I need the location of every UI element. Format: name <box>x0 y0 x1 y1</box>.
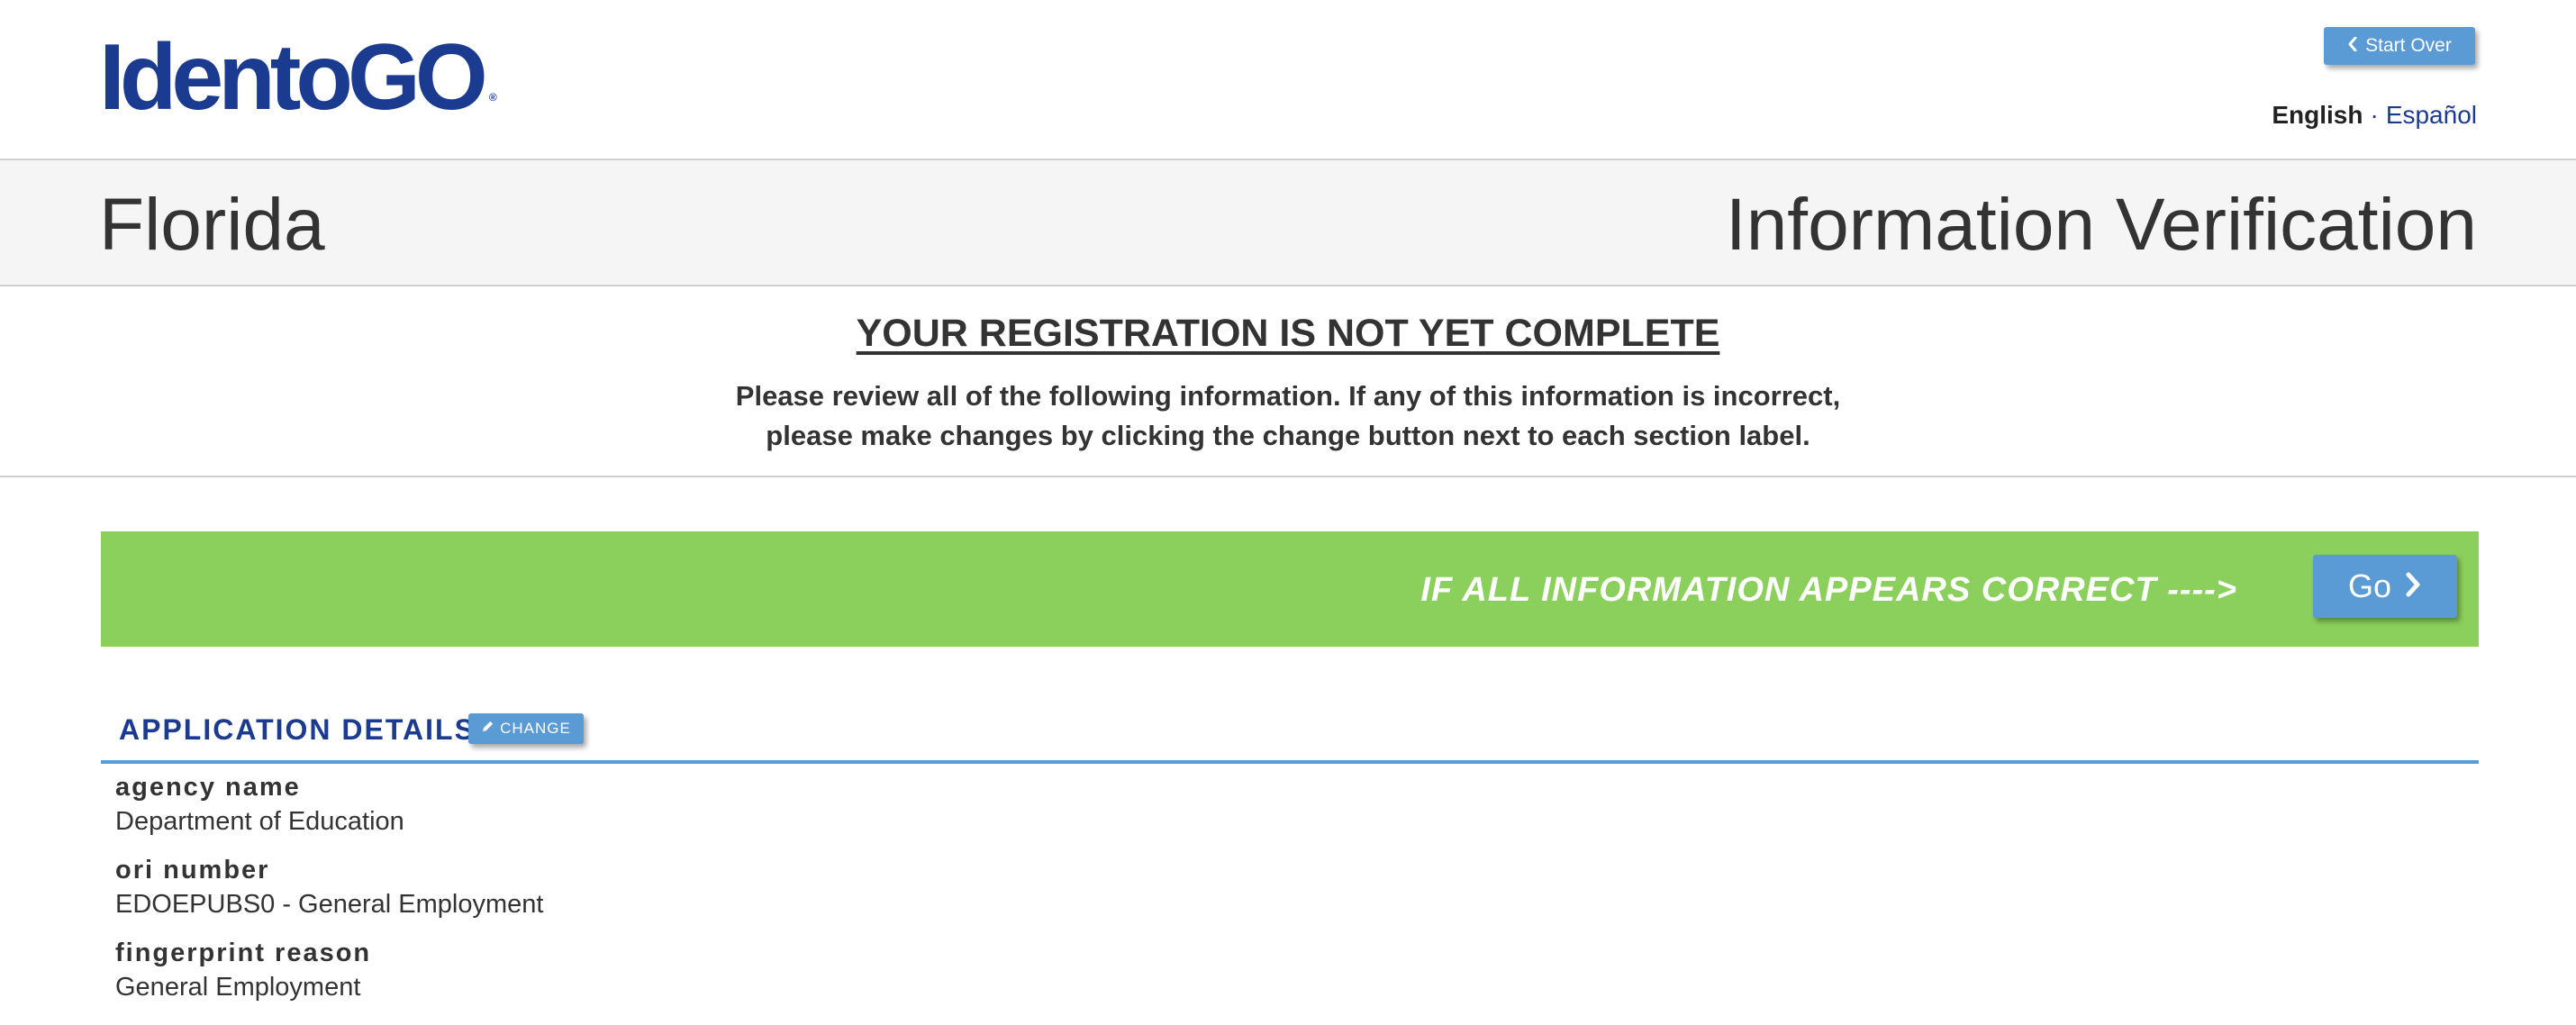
go-label: Go <box>2347 567 2392 604</box>
notice-instructions: Please review all of the following infor… <box>0 376 2576 456</box>
identogo-logo[interactable]: IdentoGO ® <box>99 23 497 132</box>
field-label: agency name <box>115 773 301 802</box>
go-button[interactable]: Go <box>2313 555 2457 618</box>
field-value: Department of Education <box>115 807 404 836</box>
application-details-fields: agency name Department of Education ori … <box>115 771 2457 1020</box>
notice-line-2: please make changes by clicking the chan… <box>766 420 1810 451</box>
logo-text: IdentoGO <box>99 25 488 130</box>
language-espanol-link[interactable]: Español <box>2386 101 2477 129</box>
confirm-banner-text: IF ALL INFORMATION APPEARS CORRECT ----> <box>1420 571 2237 609</box>
site-header: IdentoGO ® Start Over English · Español <box>0 0 2576 160</box>
language-switcher: English · Español <box>2272 101 2477 130</box>
language-separator: · <box>2370 101 2379 129</box>
field-ori-number: ori number EDOEPUBS0 - General Employmen… <box>115 854 2457 922</box>
language-english: English <box>2272 101 2363 129</box>
field-label: fingerprint reason <box>115 939 372 967</box>
field-value: General Employment <box>115 973 361 1002</box>
change-label: CHANGE <box>500 720 571 737</box>
change-button[interactable]: CHANGE <box>468 713 584 744</box>
start-over-label: Start Over <box>2365 35 2452 56</box>
confirm-banner: IF ALL INFORMATION APPEARS CORRECT ---->… <box>101 531 2479 647</box>
page-title: Information Verification <box>1725 184 2477 266</box>
registration-notice: YOUR REGISTRATION IS NOT YET COMPLETE Pl… <box>0 288 2576 477</box>
field-label: ori number <box>115 856 270 884</box>
field-fingerprint-reason: fingerprint reason General Employment <box>115 937 2457 1005</box>
chevron-right-icon <box>2404 567 2422 605</box>
state-name: Florida <box>99 184 325 266</box>
start-over-button[interactable]: Start Over <box>2324 27 2475 65</box>
registered-mark: ® <box>488 91 497 104</box>
notice-line-1: Please review all of the following infor… <box>735 380 1841 412</box>
field-value: EDOEPUBS0 - General Employment <box>115 890 544 919</box>
pencil-icon <box>481 720 494 738</box>
chevron-left-icon <box>2347 35 2358 57</box>
section-title: APPLICATION DETAILS <box>119 713 476 746</box>
notice-heading: YOUR REGISTRATION IS NOT YET COMPLETE <box>856 312 1720 355</box>
title-bar: Florida Information Verification <box>0 160 2576 286</box>
field-agency-name: agency name Department of Education <box>115 771 2457 839</box>
application-details-header: APPLICATION DETAILS CHANGE <box>101 703 2479 764</box>
